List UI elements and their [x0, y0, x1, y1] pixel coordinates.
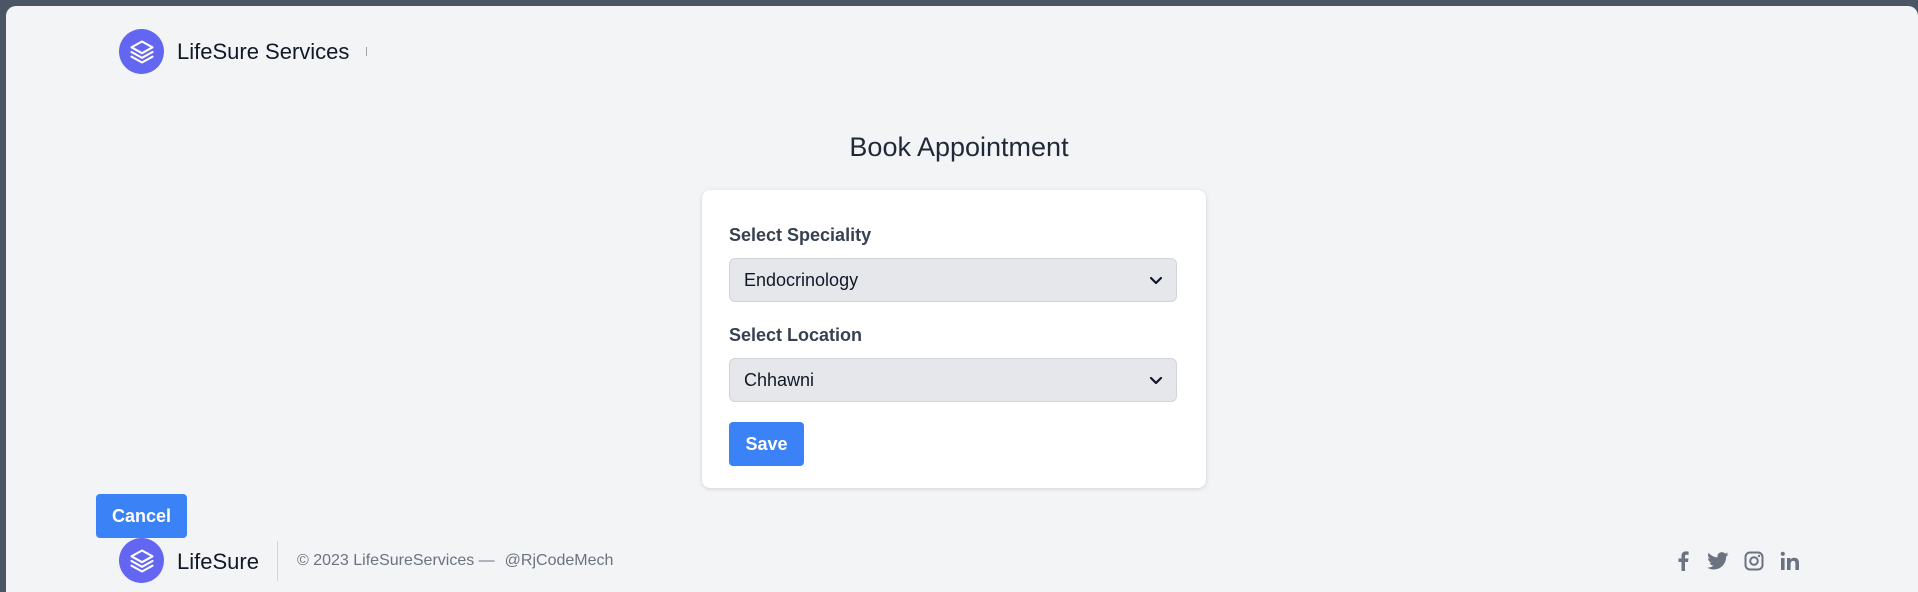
- location-value: Chhawni: [744, 369, 815, 390]
- logo-icon[interactable]: [119, 29, 164, 74]
- appointment-form: Select Speciality Endocrinology Select L…: [702, 190, 1206, 488]
- speciality-value: Endocrinology: [744, 269, 859, 290]
- footer-brand[interactable]: LifeSure: [177, 549, 259, 575]
- header-divider: [366, 47, 367, 56]
- speciality-select[interactable]: Endocrinology: [729, 258, 1177, 302]
- author-link[interactable]: @RjCodeMech: [505, 552, 614, 569]
- linkedin-icon[interactable]: [1779, 550, 1801, 572]
- copyright-label: © 2023 LifeSureServices —: [297, 552, 495, 569]
- location-label: Select Location: [729, 325, 863, 345]
- footer-logo-icon[interactable]: [119, 538, 164, 583]
- save-button[interactable]: Save: [729, 422, 804, 466]
- page-title: Book Appointment: [849, 132, 1069, 162]
- cancel-button[interactable]: Cancel: [96, 494, 187, 538]
- facebook-icon[interactable]: [1672, 550, 1694, 572]
- header-brand[interactable]: LifeSure Services: [177, 39, 349, 65]
- instagram-icon[interactable]: [1743, 550, 1765, 572]
- location-select[interactable]: Chhawni: [729, 358, 1177, 402]
- footer-divider: [277, 541, 278, 581]
- twitter-icon[interactable]: [1707, 550, 1729, 572]
- speciality-label: Select Speciality: [729, 225, 872, 245]
- chevron-down-icon: [1149, 376, 1163, 385]
- chevron-down-icon: [1149, 276, 1163, 285]
- copyright-text: © 2023 LifeSureServices — @RjCodeMech: [297, 552, 613, 570]
